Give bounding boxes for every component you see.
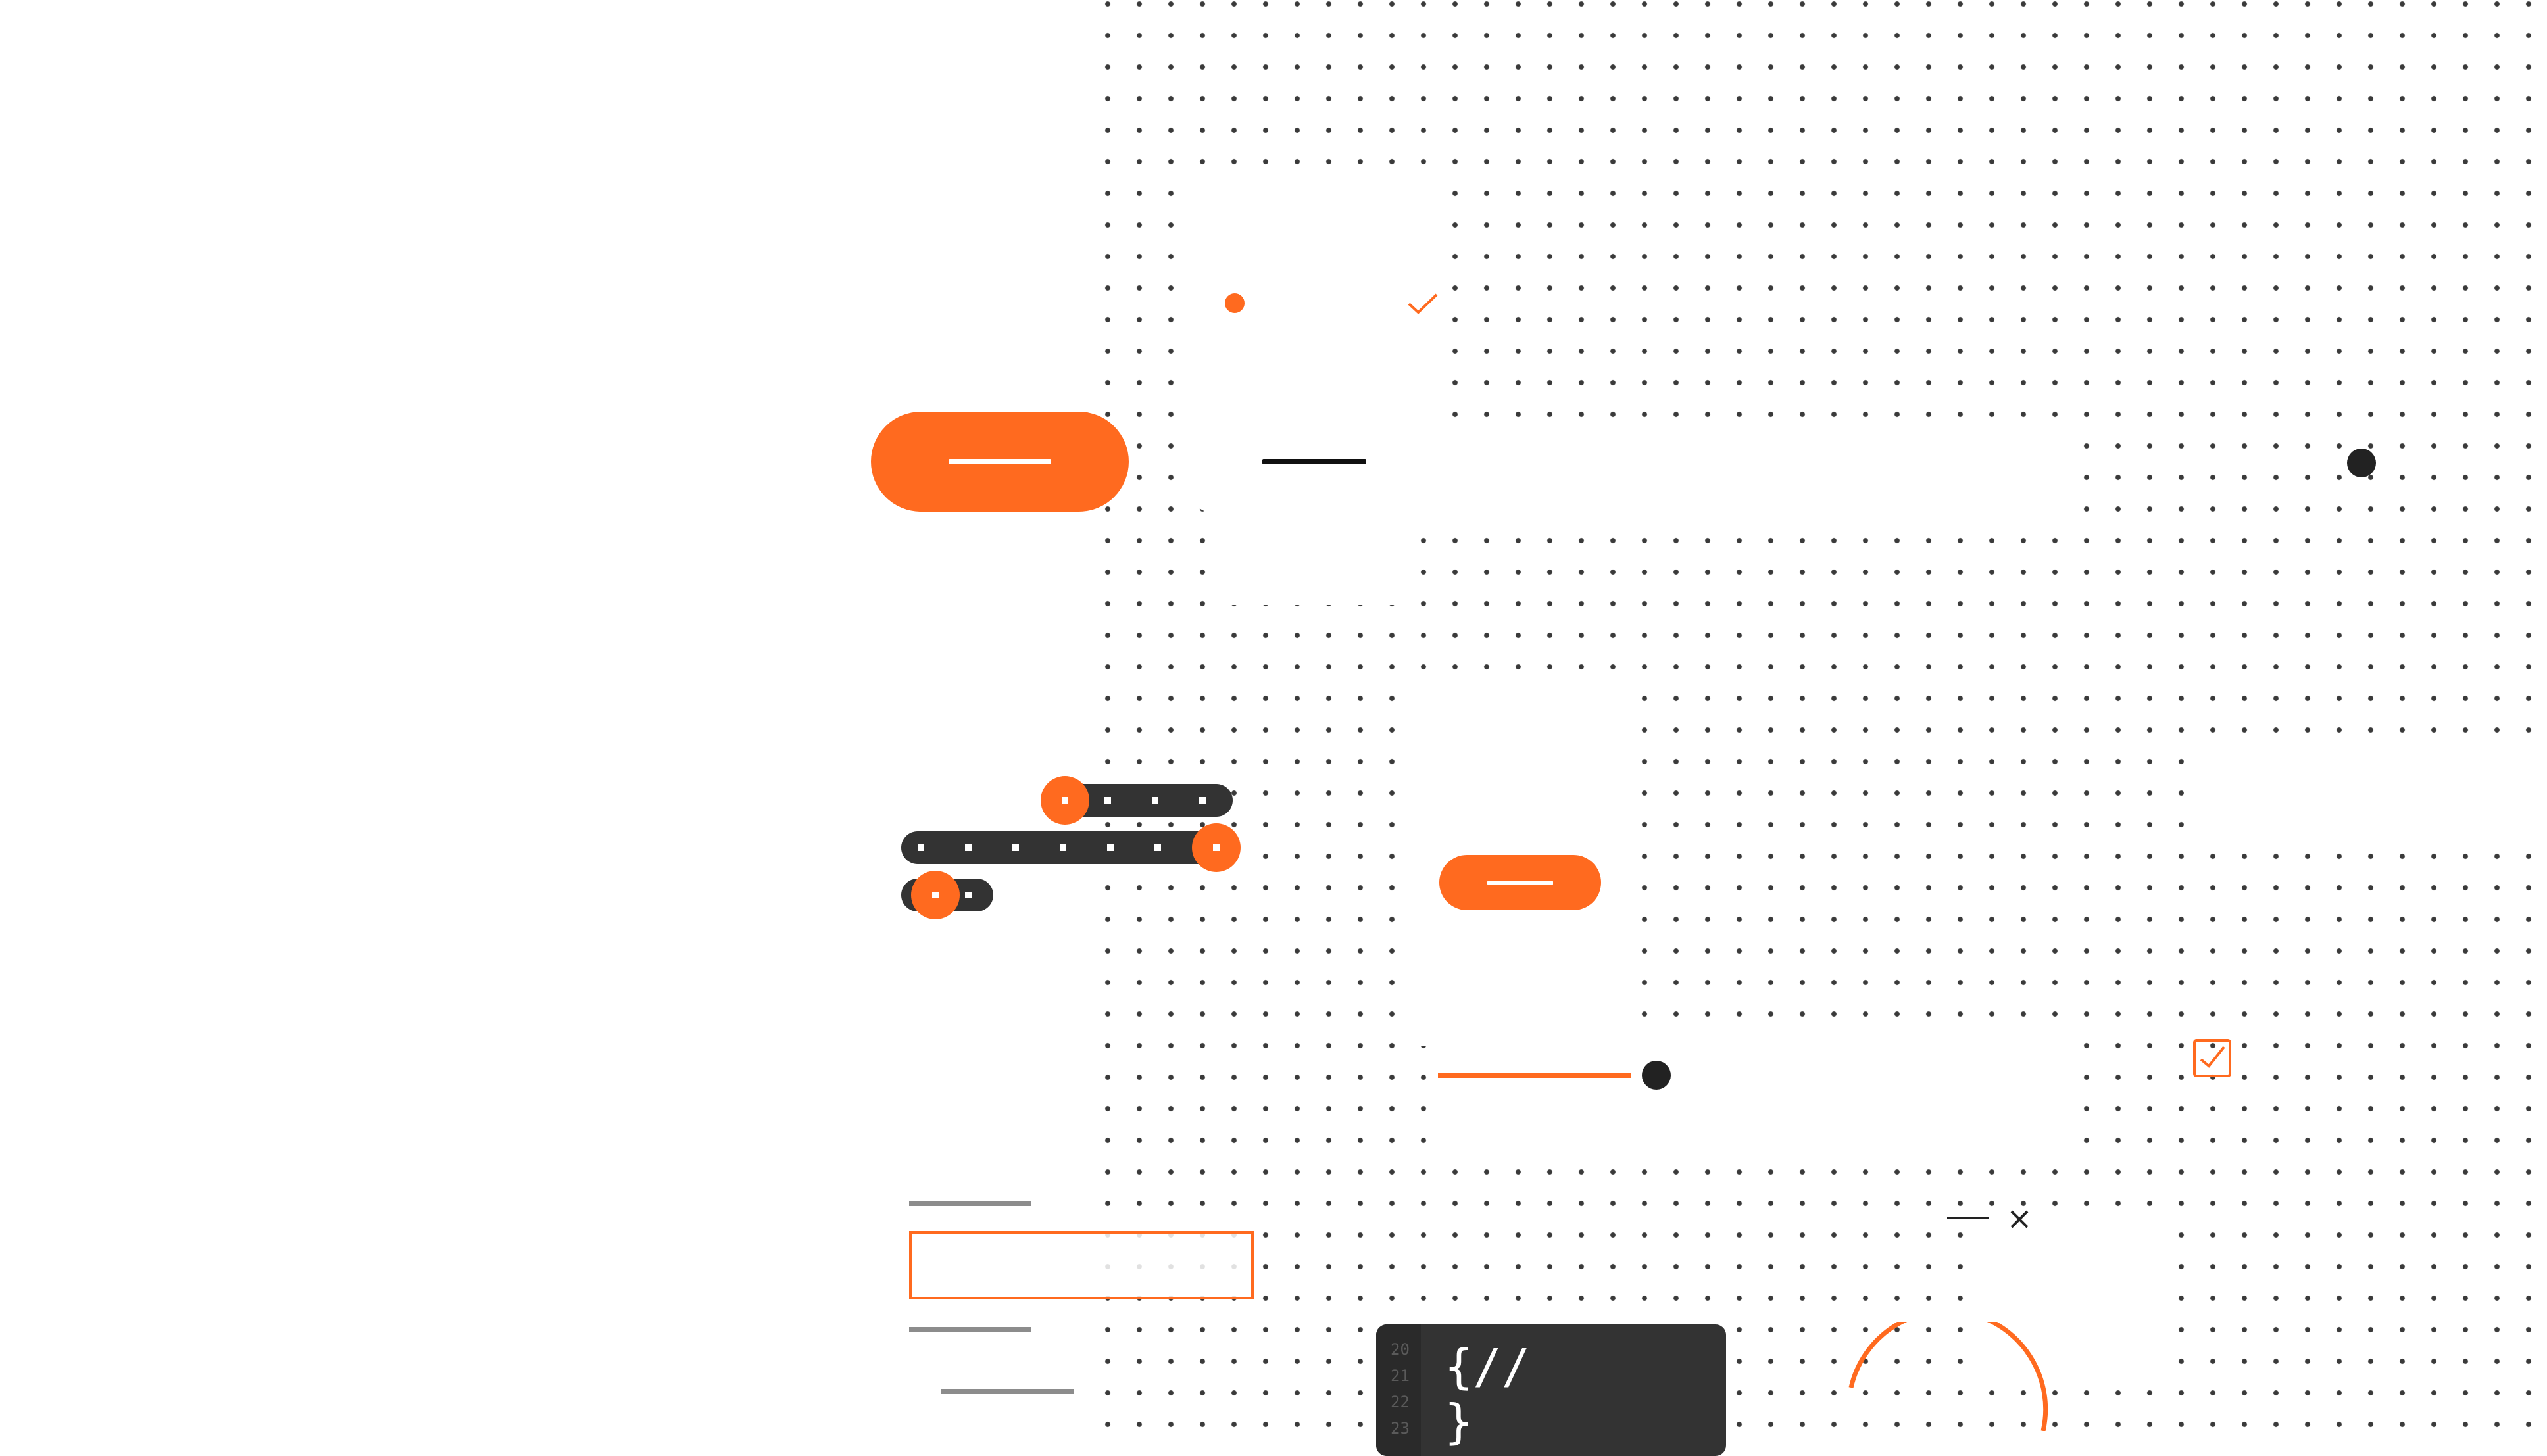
- grid-gap: [2184, 743, 2547, 835]
- small-primary-button[interactable]: [1439, 855, 1601, 910]
- text-input-field[interactable]: [909, 1231, 1254, 1299]
- minimize-icon[interactable]: [1947, 1217, 1989, 1219]
- range-slider-track[interactable]: [901, 831, 1233, 864]
- slider-knob[interactable]: [1642, 1061, 1671, 1090]
- track-tick: [1060, 844, 1066, 851]
- progress-slider[interactable]: [1438, 1059, 1714, 1092]
- track-tick: [965, 844, 972, 851]
- button-label-placeholder: [1262, 459, 1366, 464]
- range-slider-knob[interactable]: [1192, 823, 1241, 872]
- range-slider-knob[interactable]: [1041, 776, 1090, 825]
- button-label-placeholder: [949, 459, 1051, 464]
- track-tick: [1152, 797, 1158, 804]
- orange-dot-icon: [1225, 293, 1245, 313]
- track-tick: [1199, 797, 1206, 804]
- checked-checkbox-icon[interactable]: [2193, 1039, 2231, 1077]
- illustration-canvas: 20 21 22 23 {// }: [0, 0, 2547, 1456]
- check-icon: [2200, 1046, 2225, 1068]
- track-tick: [1104, 797, 1111, 804]
- code-line: {//: [1445, 1339, 1531, 1394]
- close-icon[interactable]: [2009, 1209, 2030, 1230]
- line-number: 23: [1391, 1419, 1410, 1438]
- code-line: }: [1445, 1394, 1473, 1449]
- track-tick: [965, 892, 972, 898]
- text-placeholder-line: [941, 1389, 1074, 1394]
- grid-gap: [1427, 1032, 2059, 1151]
- secondary-button[interactable]: [1189, 412, 1439, 512]
- track-tick: [918, 844, 924, 851]
- primary-button[interactable]: [871, 412, 1129, 512]
- arc-spinner-icon: [1848, 1322, 2048, 1431]
- track-tick: [1107, 844, 1114, 851]
- slider-fill: [1438, 1073, 1631, 1078]
- grid-gap: [1381, 421, 2072, 520]
- line-number: 20: [1391, 1340, 1410, 1359]
- track-tick: [1012, 844, 1019, 851]
- track-tick: [1154, 844, 1161, 851]
- code-editor[interactable]: 20 21 22 23 {// }: [1376, 1324, 1726, 1456]
- line-number: 22: [1391, 1393, 1410, 1411]
- check-icon: [1408, 293, 1438, 314]
- field-helper-placeholder: [909, 1327, 1031, 1332]
- button-label-placeholder: [1487, 880, 1553, 885]
- line-number: 21: [1391, 1367, 1410, 1385]
- range-slider-knob[interactable]: [911, 871, 960, 919]
- radio-dot-icon[interactable]: [2347, 449, 2376, 477]
- field-label-placeholder: [909, 1201, 1031, 1206]
